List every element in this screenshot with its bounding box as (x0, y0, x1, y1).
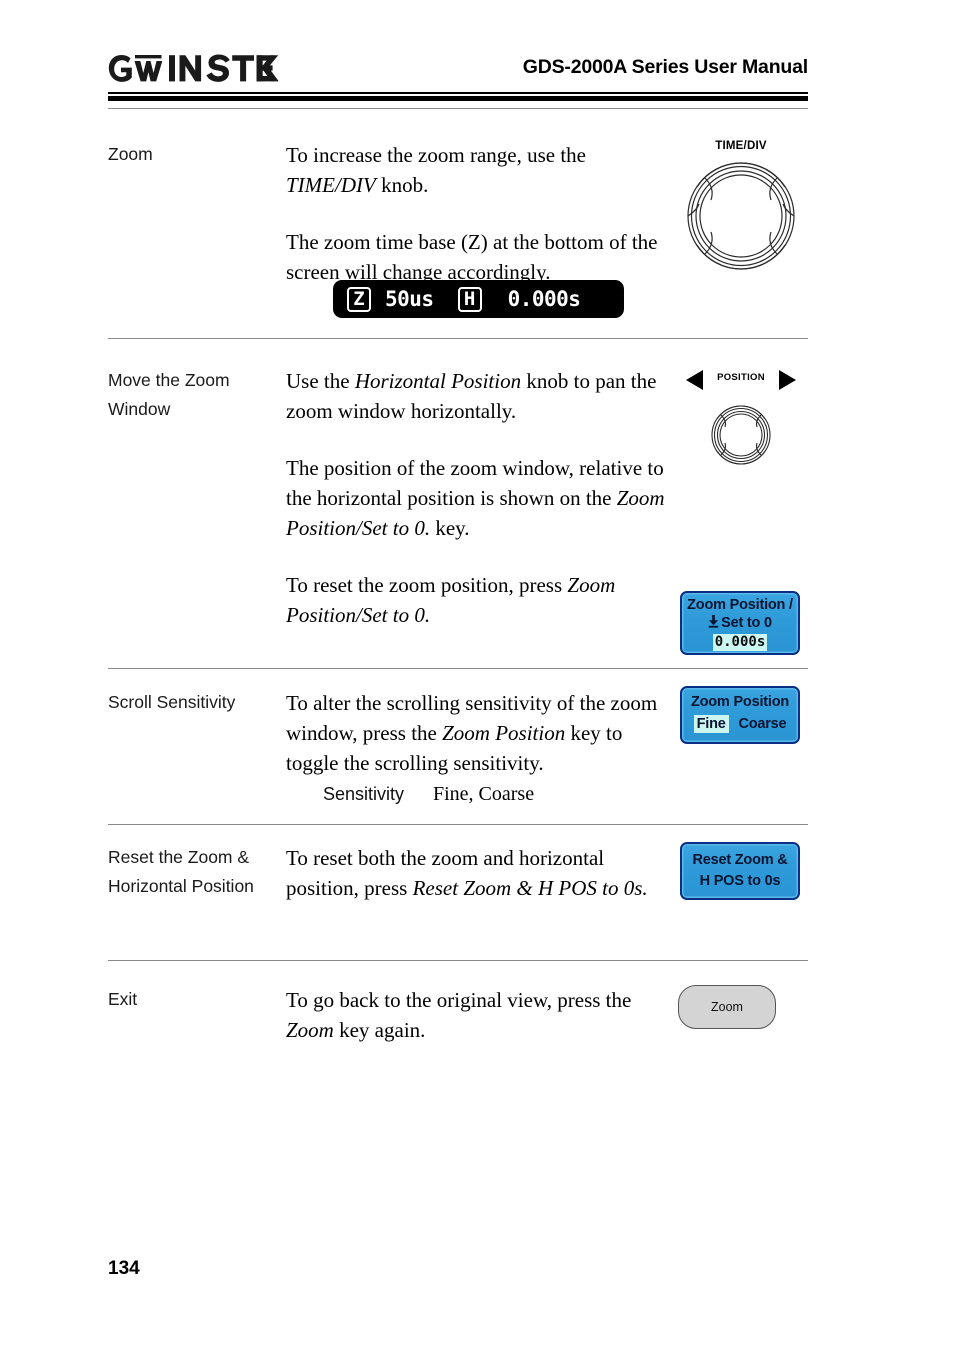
softkey-value: 0.000s (712, 634, 768, 651)
header-rule-grey (108, 108, 808, 109)
softkey-line-1: Zoom Position (690, 694, 790, 710)
softkey-line-2-wrap: Set to 0 (686, 614, 794, 633)
softkey-option-fine[interactable]: Fine (693, 715, 729, 733)
header-rule-thick (108, 96, 808, 101)
softkey-option-coarse[interactable]: Coarse (738, 716, 786, 732)
section-label: Zoom (108, 144, 153, 164)
softkey-line-1: Zoom Position / (687, 597, 793, 613)
softkey-line-1: Reset Zoom & (692, 852, 788, 868)
horizontal-value: 0.000s (507, 286, 581, 311)
horizontal-position-knob-icon[interactable] (674, 404, 808, 466)
timediv-knob-icon[interactable] (674, 160, 808, 272)
section-art: TIME/DIV (674, 140, 808, 272)
zoom-hardkey[interactable]: Zoom (678, 985, 776, 1029)
section-divider (108, 960, 808, 961)
header-rule-thin (108, 92, 808, 94)
section-label: Exit (108, 989, 138, 1009)
gw-instek-logo (108, 50, 280, 84)
softkey-line-2: Set to 0 (721, 615, 772, 631)
paragraph: To alter the scrolling sensitivity of th… (286, 691, 658, 775)
arrow-right-icon[interactable] (776, 368, 798, 397)
zoom-timebase-value: 50us (385, 286, 434, 311)
softkey-reset-zoom-hpos[interactable]: Reset Zoom & H POS to 0s (680, 842, 800, 900)
softkey-line-2: H POS to 0s (699, 873, 781, 889)
set-to-zero-icon (708, 615, 719, 633)
softkey-value-wrap: 0.000s (686, 633, 794, 651)
scope-readout-bar: Z 50us H 0.000s (333, 280, 624, 318)
zoom-hardkey-label: Zoom (711, 1000, 743, 1014)
section-art: POSITION (674, 366, 808, 466)
section-divider (108, 668, 808, 669)
paragraph: To increase the zoom range, use the TIME… (286, 143, 586, 197)
page-header: GDS-2000A Series User Manual (108, 48, 808, 92)
section-body: To increase the zoom range, use the TIME… (286, 140, 678, 287)
section-body: To reset both the zoom and horizontal po… (286, 843, 678, 903)
sensitivity-note: Sensitivity Fine, Coarse (108, 783, 808, 806)
section-body: To go back to the original view, press t… (286, 985, 678, 1045)
paragraph: The zoom time base (Z) at the bottom of … (286, 230, 658, 284)
paragraph: The position of the zoom window, relativ… (286, 456, 665, 540)
softkey-zoom-position-set-to-0[interactable]: Zoom Position / Set to 0 0.000s (680, 591, 800, 655)
paragraph: Use the Horizontal Position knob to pan … (286, 369, 657, 423)
section-divider (108, 824, 808, 825)
section-body: To alter the scrolling sensitivity of th… (286, 688, 678, 778)
section-label: Scroll Sensitivity (108, 692, 236, 712)
section-label: Move the Zoom Window (108, 366, 278, 423)
horizontal-tag: H (457, 286, 482, 312)
paragraph: To reset both the zoom and horizontal po… (286, 846, 648, 900)
zoom-timebase-tag: Z (347, 286, 371, 312)
paragraph: To reset the zoom position, press Zoom P… (286, 573, 616, 627)
section-body: Use the Horizontal Position knob to pan … (286, 366, 678, 630)
section-label-text: Move the Zoom Window (108, 370, 230, 419)
manual-page: GDS-2000A Series User Manual Zoom To inc… (0, 0, 954, 1349)
sensitivity-note-value: Fine, Coarse (433, 783, 535, 805)
section-label: Reset the Zoom & Horizontal Position (108, 847, 254, 896)
sensitivity-note-key: Sensitivity (323, 784, 405, 804)
section-divider (108, 338, 808, 339)
position-arrow-cluster: POSITION (674, 366, 808, 396)
page-number: 134 (108, 1258, 140, 1279)
softkey-zoom-position-sensitivity[interactable]: Zoom Position Fine Coarse (680, 686, 800, 744)
header-title: GDS-2000A Series User Manual (522, 56, 808, 78)
softkey-options: Fine Coarse (686, 715, 794, 733)
paragraph: To go back to the original view, press t… (286, 988, 632, 1042)
timediv-knob-caption: TIME/DIV (715, 140, 767, 152)
